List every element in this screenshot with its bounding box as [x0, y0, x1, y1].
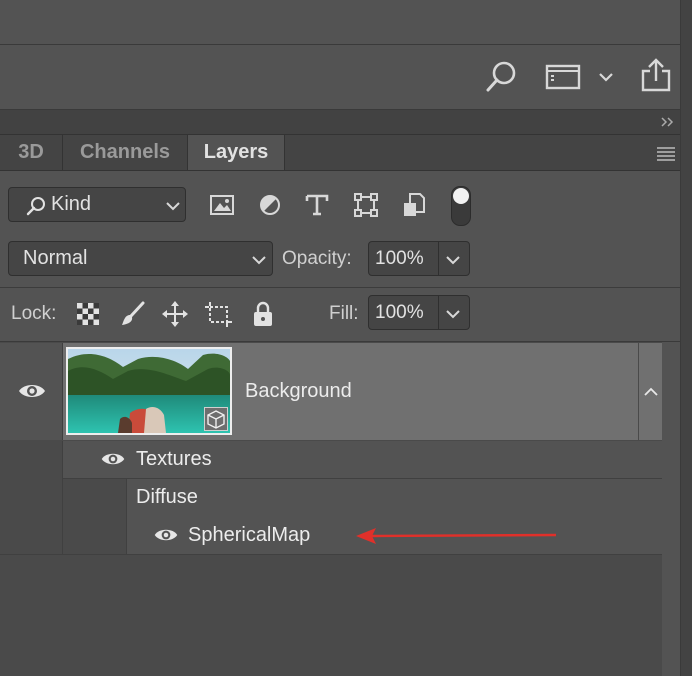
layer-row-background[interactable]: Background	[0, 343, 638, 440]
window-top-bar	[0, 0, 680, 45]
adjustment-layer-filter-icon[interactable]	[256, 191, 284, 219]
tab-layers[interactable]: Layers	[188, 135, 285, 170]
lock-position-move-icon[interactable]	[160, 299, 190, 329]
tab-channels[interactable]: Channels	[63, 135, 188, 170]
chevron-down-icon	[165, 199, 181, 213]
opacity-label: Opacity:	[282, 248, 352, 269]
chevron-up-icon	[643, 385, 659, 399]
blend-mode-select[interactable]: Normal	[8, 241, 273, 276]
eye-icon[interactable]	[99, 449, 127, 469]
collapse-panels-icon[interactable]	[660, 114, 676, 130]
textures-label: Textures	[136, 448, 212, 470]
collapse-layer-button[interactable]	[639, 343, 662, 440]
eye-icon[interactable]	[152, 525, 180, 545]
fill-field[interactable]: 100%	[368, 295, 470, 330]
lock-label: Lock:	[11, 303, 57, 324]
toggle-knob	[453, 188, 469, 204]
spherical-map-label: SphericalMap	[188, 524, 311, 546]
layers-scroll-track	[662, 342, 680, 676]
row-divider	[0, 554, 662, 555]
textures-row[interactable]: Textures	[63, 441, 662, 479]
layer-thumbnail	[66, 347, 232, 435]
right-panel-edge	[680, 0, 692, 676]
lock-image-pixels-brush-icon[interactable]	[118, 299, 148, 329]
3d-object-badge-icon	[204, 407, 228, 431]
pixel-layer-filter-icon[interactable]	[208, 191, 236, 219]
fill-label: Fill:	[329, 303, 359, 324]
diffuse-row[interactable]: Diffuse	[126, 479, 663, 516]
chevron-down-icon[interactable]	[445, 307, 461, 321]
opacity-field[interactable]: 100%	[368, 241, 470, 276]
lock-artboard-icon[interactable]	[204, 299, 234, 329]
tab-3d[interactable]: 3D	[0, 135, 63, 170]
diffuse-label: Diffuse	[136, 486, 198, 508]
fill-value: 100%	[375, 302, 424, 323]
smart-object-filter-icon[interactable]	[400, 191, 428, 219]
workspace-bar	[0, 45, 680, 110]
tree-guide-line	[62, 441, 63, 554]
type-layer-filter-icon[interactable]	[302, 191, 332, 219]
opacity-value: 100%	[375, 248, 424, 269]
chevron-down-icon	[251, 253, 267, 267]
annotation-arrow	[354, 524, 560, 548]
eye-icon[interactable]	[16, 379, 48, 403]
share-icon[interactable]	[638, 55, 674, 95]
workspace-icon[interactable]	[544, 61, 582, 93]
filter-toggle-switch[interactable]	[451, 186, 471, 226]
panel-menu-icon[interactable]	[654, 143, 678, 163]
field-divider	[438, 242, 439, 275]
chevron-down-icon[interactable]	[445, 253, 461, 267]
row-divider	[0, 287, 680, 288]
search-icon	[25, 195, 47, 217]
filter-kind-label: Kind	[51, 193, 92, 215]
layer-name-background: Background	[245, 380, 352, 402]
panel-tab-bar: 3D Channels Layers	[0, 135, 680, 171]
panel-collapse-strip	[0, 110, 680, 135]
shape-layer-filter-icon[interactable]	[352, 191, 380, 219]
lock-all-padlock-icon[interactable]	[250, 299, 276, 329]
field-divider	[438, 296, 439, 329]
filter-kind-select[interactable]: Kind	[8, 187, 186, 222]
search-icon[interactable]	[484, 59, 520, 95]
lock-transparent-pixels-icon[interactable]	[76, 302, 100, 326]
blend-mode-value: Normal	[23, 247, 88, 269]
chevron-down-icon[interactable]	[596, 67, 616, 87]
